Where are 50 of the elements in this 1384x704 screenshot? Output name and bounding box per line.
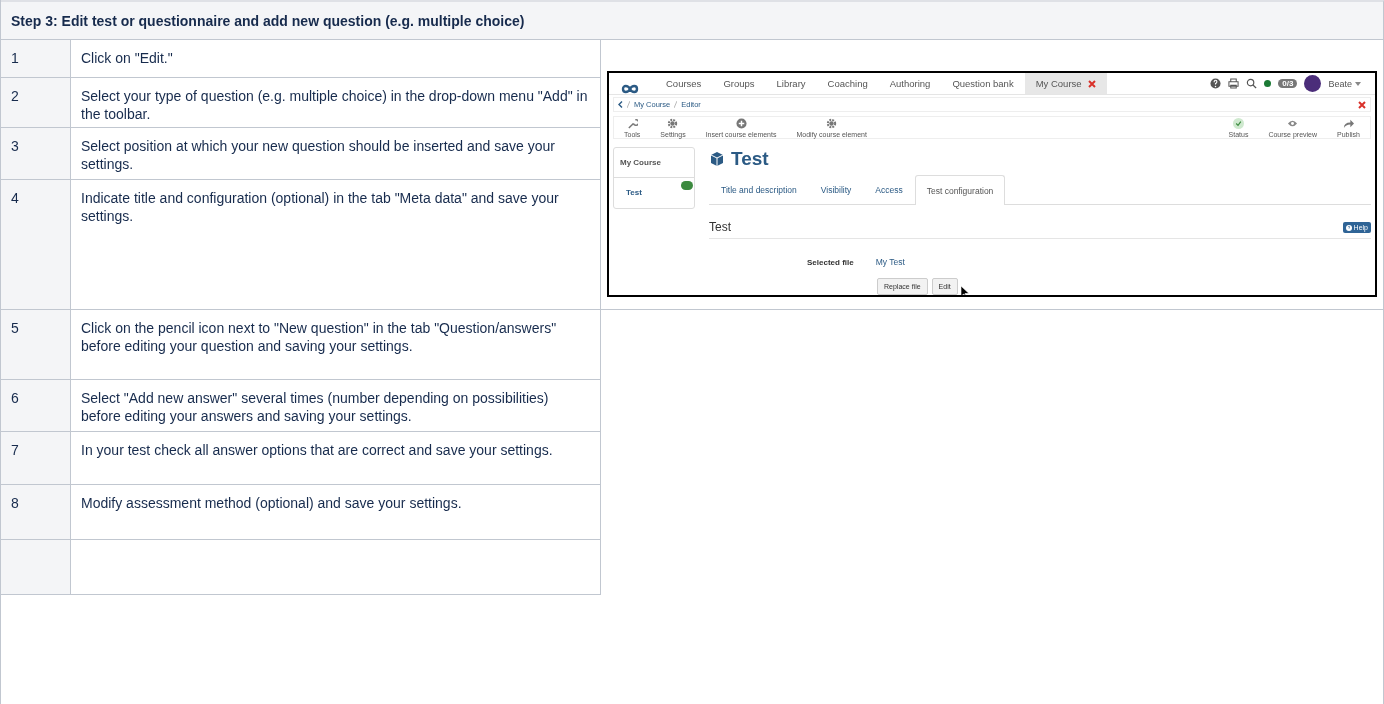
share-arrow-icon bbox=[1343, 117, 1354, 129]
separator-icon bbox=[627, 101, 630, 108]
step-text: Click on the pencil icon next to "New question" in the tab "Question/answers" before editing your question and saving your settings. bbox=[71, 310, 601, 380]
nav-tab[interactable]: My Course bbox=[1024, 73, 1107, 94]
step-text: Select position at which your new question should be inserted and save your settings. bbox=[71, 128, 601, 180]
nav-tab[interactable]: Groups bbox=[712, 73, 766, 94]
step-number: 6 bbox=[1, 380, 71, 432]
table-header: Step 3: Edit test or questionnaire and add new question (e.g. multiple choice) bbox=[1, 0, 1384, 40]
search-icon[interactable] bbox=[1246, 78, 1258, 89]
status-dot bbox=[1264, 80, 1272, 87]
step-text: In your test check all answer options that are correct and save your settings. bbox=[71, 432, 601, 485]
step-number: 1 bbox=[1, 40, 71, 78]
print-icon[interactable] bbox=[1228, 78, 1240, 89]
tab[interactable]: Test configuration bbox=[914, 175, 1006, 205]
step-number: 2 bbox=[1, 78, 71, 128]
tree-item[interactable]: Test bbox=[614, 177, 694, 207]
nav-tab[interactable]: Coaching bbox=[816, 73, 879, 94]
step-number: 3 bbox=[1, 128, 71, 180]
nav-tab[interactable]: Courses bbox=[655, 73, 713, 94]
close-icon[interactable] bbox=[1087, 79, 1096, 88]
field-label: Selected file bbox=[807, 257, 854, 267]
step-number: 5 bbox=[1, 310, 71, 380]
nav-tab[interactable]: Authoring bbox=[878, 73, 942, 94]
nav-tab[interactable]: Question bank bbox=[941, 73, 1025, 94]
step-text: Click on "Edit." bbox=[71, 40, 601, 78]
check-icon bbox=[1232, 117, 1244, 129]
back-icon[interactable] bbox=[618, 101, 623, 108]
avatar[interactable] bbox=[1304, 75, 1322, 92]
tree-item[interactable]: My Course bbox=[614, 148, 694, 177]
tab[interactable]: Access bbox=[863, 175, 915, 204]
file-link[interactable]: My Test bbox=[875, 257, 905, 267]
section-title: Test bbox=[709, 220, 731, 234]
step-text: Select your type of question (e.g. multiple choice) in the drop-down menu "Add" in the toolbar. bbox=[71, 78, 601, 128]
step-text: Indicate title and configuration (optional) in the tab "Meta data" and save your settings. bbox=[71, 180, 601, 310]
nav-tab[interactable]: Library bbox=[765, 73, 817, 94]
step-number: 4 bbox=[1, 180, 71, 310]
tab[interactable]: Visibility bbox=[808, 175, 864, 204]
tab[interactable]: Title and description bbox=[709, 175, 809, 204]
step-number: 7 bbox=[1, 432, 71, 485]
cube-icon bbox=[709, 151, 725, 167]
infinity-logo-icon bbox=[621, 84, 639, 94]
step-text: Select "Add new answer" several times (number depending on possibilities) before editing your answers and saving your settings. bbox=[71, 380, 601, 432]
page-title: Test bbox=[731, 148, 769, 170]
separator-icon bbox=[674, 101, 678, 108]
close-icon[interactable] bbox=[1358, 100, 1366, 109]
step-number: 8 bbox=[1, 485, 71, 540]
count-badge: 0/3 bbox=[1278, 79, 1298, 88]
caret-icon[interactable] bbox=[1355, 81, 1361, 86]
user-menu[interactable]: Beate bbox=[1328, 78, 1352, 89]
plus-circle-icon bbox=[735, 117, 747, 129]
